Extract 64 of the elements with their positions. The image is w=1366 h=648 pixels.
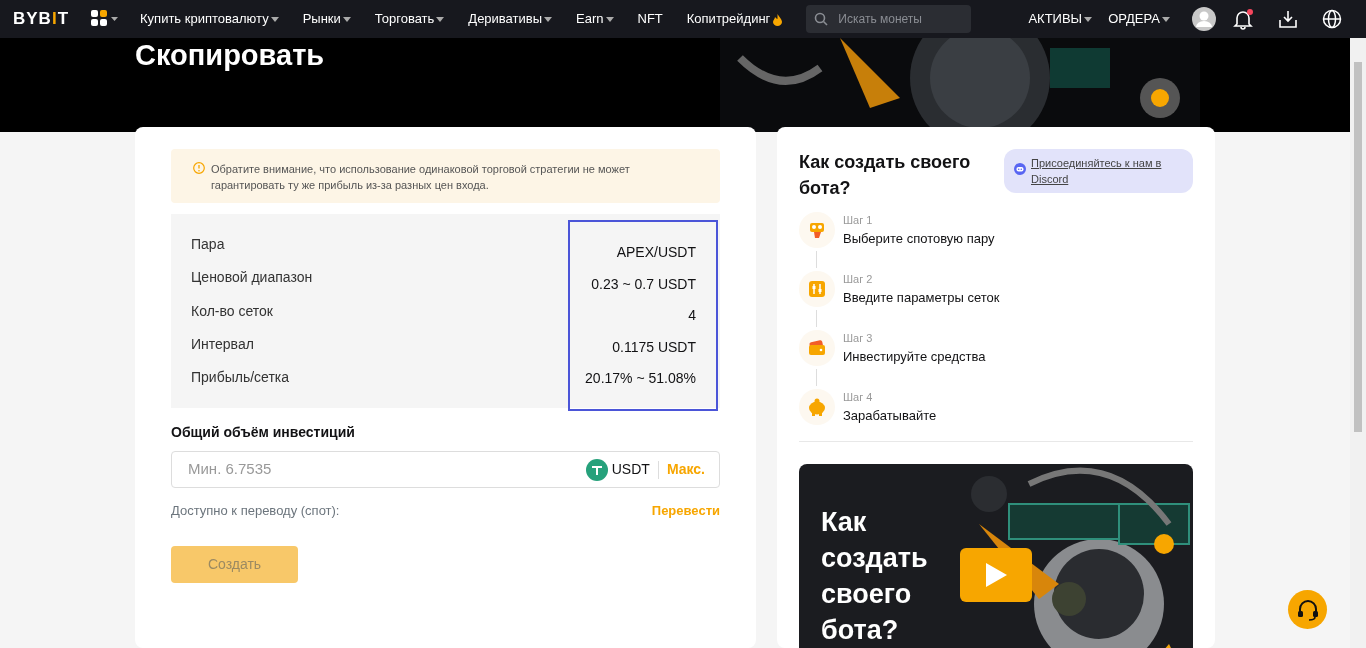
coin-hand-icon — [807, 220, 827, 240]
support-button[interactable] — [1288, 590, 1327, 629]
param-label: Пара — [191, 235, 226, 254]
chat-bubble-icon — [1014, 163, 1026, 175]
nav-link[interactable]: Деривативы — [468, 9, 553, 29]
step-number: Шаг 1 — [843, 213, 874, 228]
warning-icon — [193, 162, 205, 174]
nav-link[interactable]: Копитрейдинг — [686, 9, 783, 29]
step-number: Шаг 3 — [843, 331, 874, 346]
param-value: 0.23 ~ 0.7 USDT — [591, 274, 696, 294]
flame-icon — [773, 13, 783, 26]
investment-field[interactable]: Мин. 6.7535 USDT Макс. — [171, 451, 720, 488]
step-text: Введите параметры сеток — [843, 288, 1000, 307]
apps-menu-icon[interactable] — [91, 9, 120, 29]
nav-link[interactable]: NFT — [637, 9, 663, 29]
logo[interactable]: BYBIT — [13, 6, 70, 32]
field-label: Общий объём инвестиций — [171, 423, 356, 442]
param-label: Прибыль/сетка — [191, 368, 291, 387]
nav-link[interactable]: АКТИВЫ — [1028, 9, 1093, 29]
param-value: 20.17% ~ 51.08% — [585, 369, 696, 388]
step-number: Шаг 2 — [843, 272, 874, 287]
piggy-bank-icon — [807, 397, 827, 417]
scrollbar[interactable] — [1350, 38, 1366, 648]
guide-title: Как создать своего бота? — [799, 151, 972, 200]
param-label: Ценовой диапазон — [191, 268, 314, 288]
param-label: Кол-во сеток — [191, 301, 274, 321]
param-value: 4 — [688, 306, 696, 325]
download-icon[interactable] — [1278, 9, 1298, 29]
caret-icon — [436, 17, 445, 23]
search-field[interactable]: Искать монеты — [806, 5, 972, 33]
available-label: Доступно к переводу (спот): — [171, 502, 340, 520]
step-text: Инвестируйте средства — [843, 347, 986, 366]
wallet-icon — [807, 338, 827, 358]
play-icon — [984, 562, 1008, 588]
caret-icon — [1162, 17, 1170, 23]
nav-link[interactable]: Торговать — [374, 9, 445, 29]
caret-icon — [1084, 17, 1093, 23]
caret-icon — [270, 17, 279, 23]
caret-icon — [544, 17, 553, 23]
param-value: APEX/USDT — [616, 243, 696, 262]
avatar-icon[interactable] — [1192, 7, 1216, 31]
param-label: Интервал — [191, 334, 255, 354]
step-text: Выберите спотовую пару — [843, 229, 995, 248]
tether-icon — [585, 458, 608, 481]
caret-icon — [342, 17, 351, 23]
sliders-icon — [807, 279, 827, 299]
nav-link[interactable]: Купить криптовалюту — [140, 9, 279, 29]
currency-label: USDT — [611, 460, 650, 479]
search-icon — [814, 12, 829, 26]
page-title: Скопировать — [135, 38, 325, 73]
globe-icon[interactable] — [1322, 9, 1342, 29]
step-text: Зарабатывайте — [843, 406, 937, 425]
caret-icon — [605, 17, 614, 23]
headset-icon — [1295, 597, 1320, 622]
nav-link[interactable]: Рынки — [302, 9, 351, 29]
param-value: 0.1175 USDT — [612, 337, 696, 357]
notice-text: Обратите внимание, что использование одинаковой торговой стратегии не может гарантировать ту же прибыль из-за разных цен входа. — [211, 162, 631, 193]
video-caption: Как создать своего бота? — [821, 506, 929, 647]
step-number: Шаг 4 — [843, 390, 874, 405]
discord-link[interactable]: Присоединяйтесь к нам в Discord — [1004, 149, 1193, 193]
nav-link[interactable]: ОРДЕРА — [1108, 9, 1170, 29]
nav-link[interactable]: Earn — [576, 9, 614, 29]
bell-icon[interactable] — [1232, 8, 1254, 30]
search-input[interactable]: Искать монеты — [836, 9, 957, 29]
